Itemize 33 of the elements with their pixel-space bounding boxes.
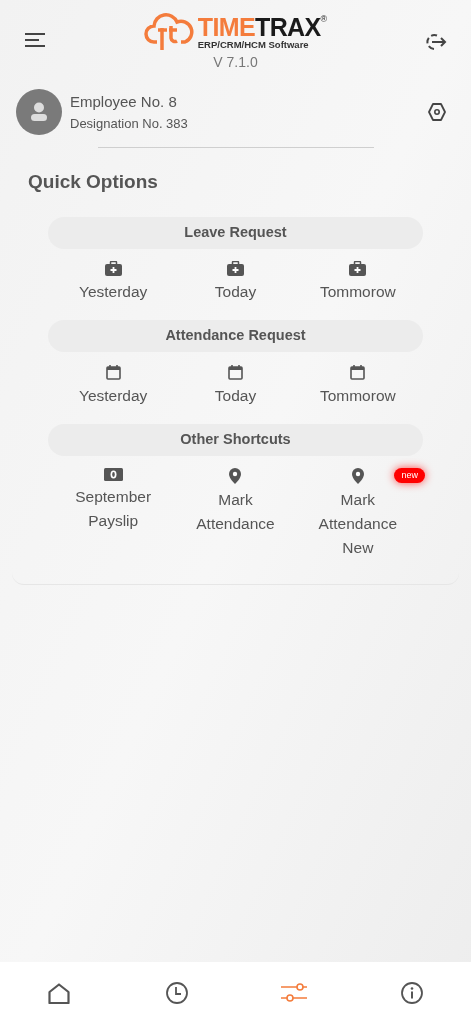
designation-text: Designation No. 383 xyxy=(70,114,189,133)
location-pin-icon xyxy=(229,467,242,484)
logo-icon xyxy=(143,12,194,52)
shortcut-button[interactable]: Yesterday xyxy=(78,363,148,408)
version-text: V 7.1.0 xyxy=(213,53,258,72)
banknote-icon xyxy=(103,467,123,481)
shortcut-button[interactable]: September Payslip xyxy=(57,467,170,560)
section-header: Attendance Request xyxy=(48,319,423,352)
registered-mark: ® xyxy=(320,14,328,24)
calendar-icon xyxy=(228,363,243,380)
settings-icon xyxy=(427,102,447,122)
shortcut-button[interactable]: Today xyxy=(214,363,257,408)
shortcut-button[interactable]: Mark Attendance xyxy=(179,467,292,560)
shortcut-button[interactable]: Tommorow xyxy=(319,260,396,304)
location-pin-icon xyxy=(351,467,364,484)
user-icon xyxy=(30,102,48,122)
shortcut-button[interactable]: Tommorow xyxy=(319,363,396,408)
medical-kit-icon xyxy=(227,260,244,276)
logo-tagline: ERP/CRM/HCM Software xyxy=(197,39,310,50)
calendar-icon xyxy=(105,363,121,380)
medical-kit-icon xyxy=(104,260,122,276)
quick-options-title: Quick Options xyxy=(28,170,159,194)
new-badge: new xyxy=(394,467,425,483)
logout-icon xyxy=(425,32,447,52)
section-header: Other Shortcuts xyxy=(48,423,423,456)
shortcut-button[interactable]: Yesterday xyxy=(78,260,148,304)
calendar-icon xyxy=(350,363,366,380)
logo-text: TIMETRAX xyxy=(197,14,321,40)
menu-icon xyxy=(24,32,46,48)
shortcut-button[interactable]: Today xyxy=(214,260,257,304)
medical-kit-icon xyxy=(349,260,367,276)
employee-name: Employee No. 8 xyxy=(70,92,178,112)
section-header: Leave Request xyxy=(48,216,423,249)
